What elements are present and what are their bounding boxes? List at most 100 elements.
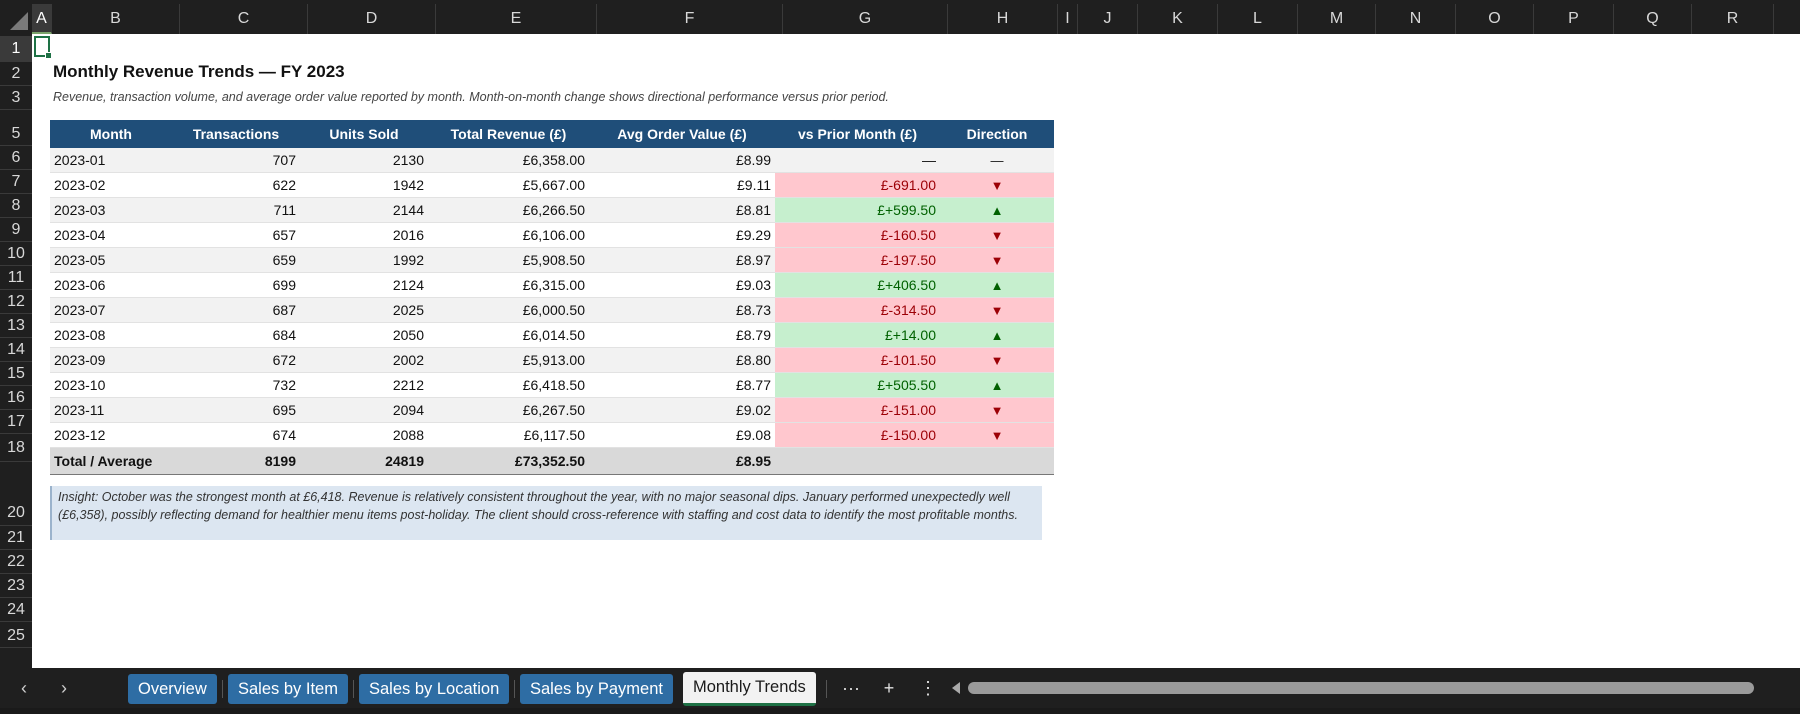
totals-transactions[interactable]: 8199 [172,447,300,475]
change-cell[interactable]: £-150.00 [775,422,940,448]
sheet-grid[interactable]: Monthly Revenue Trends — FY 2023 Revenue… [32,34,1800,668]
header-vs-prior-month[interactable]: vs Prior Month (£) [775,120,940,148]
direction-cell[interactable]: ▲ [940,197,1054,223]
revenue-cell[interactable]: £6,267.50 [428,397,589,423]
direction-cell[interactable]: — [940,148,1054,173]
revenue-cell[interactable]: £6,117.50 [428,422,589,448]
header-units-sold[interactable]: Units Sold [300,120,428,148]
column-header-r[interactable]: R [1692,4,1774,34]
change-cell[interactable]: £+505.50 [775,372,940,398]
header-month[interactable]: Month [50,120,172,148]
row-header-5[interactable]: 5 [0,122,32,146]
units-sold-cell[interactable]: 2025 [300,297,428,323]
month-cell[interactable]: 2023-09 [50,347,172,373]
row-header-14[interactable]: 14 [0,338,32,362]
row-header-11[interactable]: 11 [0,266,32,290]
totals-empty-change[interactable] [775,447,940,475]
month-cell[interactable]: 2023-02 [50,172,172,198]
change-cell[interactable]: — [775,148,940,173]
select-all-corner[interactable] [0,4,32,34]
row-header-20[interactable]: 20 [0,500,32,526]
avg-order-value-cell[interactable]: £9.11 [589,172,775,198]
vertical-dots-icon[interactable]: ⋮ [913,668,943,708]
column-header-k[interactable]: K [1138,4,1218,34]
transactions-cell[interactable]: 699 [172,272,300,298]
tab-monthly-trends[interactable]: Monthly Trends [683,672,816,706]
transactions-cell[interactable]: 659 [172,247,300,273]
row-header-12[interactable]: 12 [0,290,32,314]
row-header-2[interactable]: 2 [0,62,32,86]
change-cell[interactable]: £+599.50 [775,197,940,223]
revenue-cell[interactable]: £5,913.00 [428,347,589,373]
column-header-p[interactable]: P [1534,4,1614,34]
scroll-left-icon[interactable] [952,682,960,694]
transactions-cell[interactable]: 707 [172,148,300,173]
units-sold-cell[interactable]: 2212 [300,372,428,398]
column-header-a[interactable]: A [32,4,52,34]
change-cell[interactable]: £+14.00 [775,322,940,348]
direction-cell[interactable]: ▼ [940,222,1054,248]
change-cell[interactable]: £-151.00 [775,397,940,423]
row-header-10[interactable]: 10 [0,242,32,266]
avg-order-value-cell[interactable]: £9.03 [589,272,775,298]
tab-sales-by-payment[interactable]: Sales by Payment [520,674,673,704]
month-cell[interactable]: 2023-08 [50,322,172,348]
change-cell[interactable]: £+406.50 [775,272,940,298]
row-header-9[interactable]: 9 [0,218,32,242]
column-header-e[interactable]: E [436,4,597,34]
month-cell[interactable]: 2023-10 [50,372,172,398]
row-header-23[interactable]: 23 [0,574,32,598]
row-header-22[interactable]: 22 [0,550,32,574]
tab-sales-by-location[interactable]: Sales by Location [359,674,510,704]
revenue-cell[interactable]: £6,418.50 [428,372,589,398]
row-header-25[interactable]: 25 [0,624,32,648]
avg-order-value-cell[interactable]: £8.99 [589,148,775,173]
avg-order-value-cell[interactable]: £8.97 [589,247,775,273]
column-header-d[interactable]: D [308,4,436,34]
row-header-17[interactable]: 17 [0,410,32,434]
insight-note[interactable]: Insight: October was the strongest month… [50,486,1042,540]
revenue-cell[interactable]: £5,667.00 [428,172,589,198]
month-cell[interactable]: 2023-12 [50,422,172,448]
units-sold-cell[interactable]: 1942 [300,172,428,198]
chevron-right-icon[interactable]: › [50,668,78,708]
month-cell[interactable]: 2023-07 [50,297,172,323]
change-cell[interactable]: £-691.00 [775,172,940,198]
revenue-cell[interactable]: £6,315.00 [428,272,589,298]
row-header-3[interactable]: 3 [0,86,32,110]
column-header-m[interactable]: M [1298,4,1376,34]
column-header-c[interactable]: C [180,4,308,34]
horizontal-scrollbar[interactable] [968,682,1754,694]
direction-cell[interactable]: ▲ [940,372,1054,398]
row-header-21[interactable]: 21 [0,526,32,550]
totals-empty-direction[interactable] [940,447,1054,475]
avg-order-value-cell[interactable]: £8.80 [589,347,775,373]
column-header-i[interactable]: I [1058,4,1078,34]
avg-order-value-cell[interactable]: £9.29 [589,222,775,248]
month-cell[interactable]: 2023-01 [50,148,172,173]
active-cell-a1[interactable] [34,36,52,59]
revenue-cell[interactable]: £6,266.50 [428,197,589,223]
column-header-j[interactable]: J [1078,4,1138,34]
column-header-l[interactable]: L [1218,4,1298,34]
row-header-13[interactable]: 13 [0,314,32,338]
row-header-16[interactable]: 16 [0,386,32,410]
avg-order-value-cell[interactable]: £9.08 [589,422,775,448]
transactions-cell[interactable]: 732 [172,372,300,398]
header-transactions[interactable]: Transactions [172,120,300,148]
column-header-b[interactable]: B [52,4,180,34]
revenue-cell[interactable]: £5,908.50 [428,247,589,273]
totals-avg-order-value[interactable]: £8.95 [589,447,775,475]
revenue-cell[interactable]: £6,106.00 [428,222,589,248]
row-header-8[interactable]: 8 [0,194,32,218]
units-sold-cell[interactable]: 1992 [300,247,428,273]
totals-revenue[interactable]: £73,352.50 [428,447,589,475]
ellipsis-icon[interactable]: ··· [836,668,866,708]
month-cell[interactable]: 2023-03 [50,197,172,223]
totals-units-sold[interactable]: 24819 [300,447,428,475]
chevron-left-icon[interactable]: ‹ [10,668,38,708]
change-cell[interactable]: £-101.50 [775,347,940,373]
row-header-1[interactable]: 1 [0,36,32,62]
transactions-cell[interactable]: 695 [172,397,300,423]
units-sold-cell[interactable]: 2088 [300,422,428,448]
